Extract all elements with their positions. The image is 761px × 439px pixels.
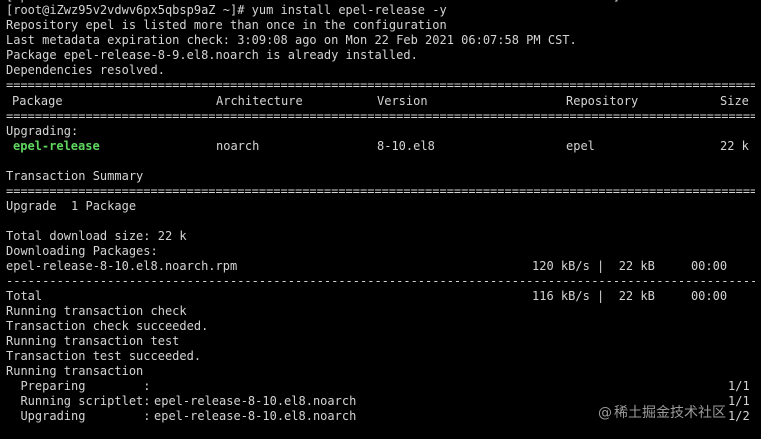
output-line: Package epel-release-8-9.el8.noarch is a… xyxy=(6,48,418,62)
upgrade-count: Upgrade 1 Package xyxy=(6,199,137,213)
header-repository: Repository xyxy=(566,94,639,108)
row-architecture: noarch xyxy=(216,139,260,153)
watermark-text: 稀土掘金技术社区 xyxy=(614,405,726,421)
progress-count: 1/2 xyxy=(728,409,750,423)
downloading-label: Downloading Packages: xyxy=(6,244,158,258)
output-line: Dependencies resolved. xyxy=(6,63,165,77)
progress-label: Preparing : xyxy=(6,379,151,393)
total-download: Total download size: 22 k xyxy=(6,229,187,243)
dashed-rule: ----------------------------------------… xyxy=(6,274,755,288)
progress-label: Running scriptlet: xyxy=(6,394,151,408)
row-package: epel-release xyxy=(13,139,100,153)
summary-title: Transaction Summary xyxy=(6,169,144,183)
double-rule: ========================================… xyxy=(6,184,755,198)
step-line: Running transaction xyxy=(6,364,144,378)
header-version: Version xyxy=(377,94,428,108)
terminal-window[interactable]: [epel-release ..........................… xyxy=(0,0,761,439)
header-package: Package xyxy=(12,94,63,108)
header-architecture: Architecture xyxy=(216,94,303,108)
step-line: Running transaction check xyxy=(6,304,187,318)
header-size: Size xyxy=(720,94,749,108)
watermark: @ 稀土掘金技术社区 xyxy=(598,403,726,423)
progress-count: 1/1 xyxy=(728,394,750,408)
section-label: Upgrading: xyxy=(6,124,79,138)
step-line: Transaction check succeeded. xyxy=(6,319,209,333)
progress-count: 1/1 xyxy=(728,379,750,393)
progress-package: epel-release-8-10.el8.noarch xyxy=(154,409,357,423)
watermark-at: @ xyxy=(598,405,612,421)
progress-label: Upgrading : xyxy=(6,409,151,423)
rpm-name: epel-release-8-10.el8.noarch.rpm xyxy=(6,259,238,273)
output-line: Last metadata expiration check: 3:09:08 … xyxy=(6,33,577,47)
total-label: Total xyxy=(6,289,43,303)
output-line: Repository epel is listed more than once… xyxy=(6,18,447,32)
command-line: [root@iZwz95v2vdwv6px5qbsp9aZ ~]# yum in… xyxy=(6,3,447,17)
row-version: 8-10.el8 xyxy=(377,139,435,153)
row-size: 22 k xyxy=(720,139,749,153)
double-rule: ========================================… xyxy=(6,78,755,92)
row-repository: epel xyxy=(566,139,595,153)
rpm-speed: 120 kB/s | 22 kB 00:00 xyxy=(532,259,728,273)
total-speed: 116 kB/s | 22 kB 00:00 xyxy=(532,289,728,303)
double-rule: ========================================… xyxy=(6,109,755,123)
step-line: Running transaction test xyxy=(6,334,180,348)
step-line: Transaction test succeeded. xyxy=(6,349,202,363)
progress-package: epel-release-8-10.el8.noarch xyxy=(154,394,357,408)
